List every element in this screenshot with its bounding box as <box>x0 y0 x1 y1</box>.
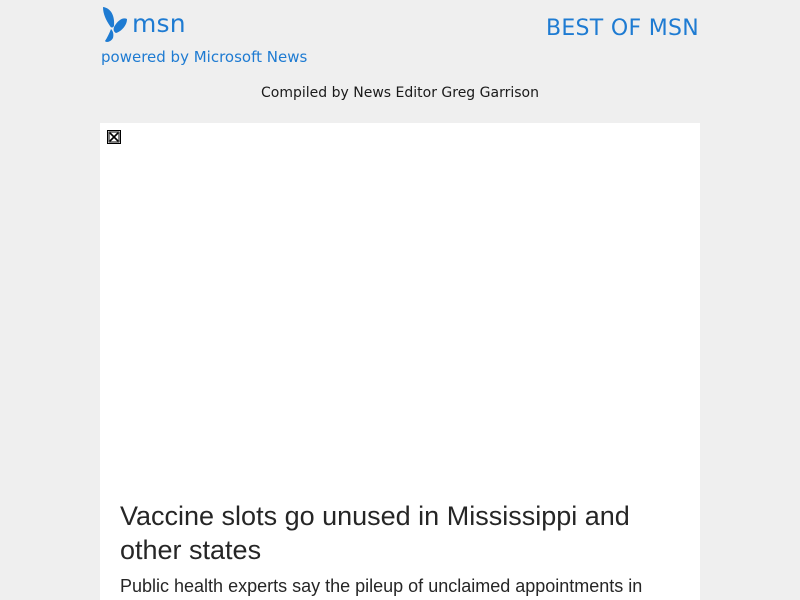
section-title: BEST OF MSN <box>545 16 699 41</box>
newsletter-container: msn powered by Microsoft News BEST OF MS… <box>100 0 700 600</box>
butterfly-logo-icon <box>103 7 127 42</box>
broken-image-icon <box>107 130 121 144</box>
brand-name: msn <box>132 9 186 38</box>
article-summary: Public health experts say the pileup of … <box>120 576 643 596</box>
powered-by-link[interactable]: powered by Microsoft News <box>101 48 307 66</box>
article-title[interactable]: Vaccine slots go unused in Mississippi a… <box>120 499 680 567</box>
article-card[interactable]: Vaccine slots go unused in Mississippi a… <box>100 123 700 600</box>
msn-logo[interactable]: msn <box>100 4 186 44</box>
compiled-by-text: Compiled by News Editor Greg Garrison <box>261 85 539 101</box>
